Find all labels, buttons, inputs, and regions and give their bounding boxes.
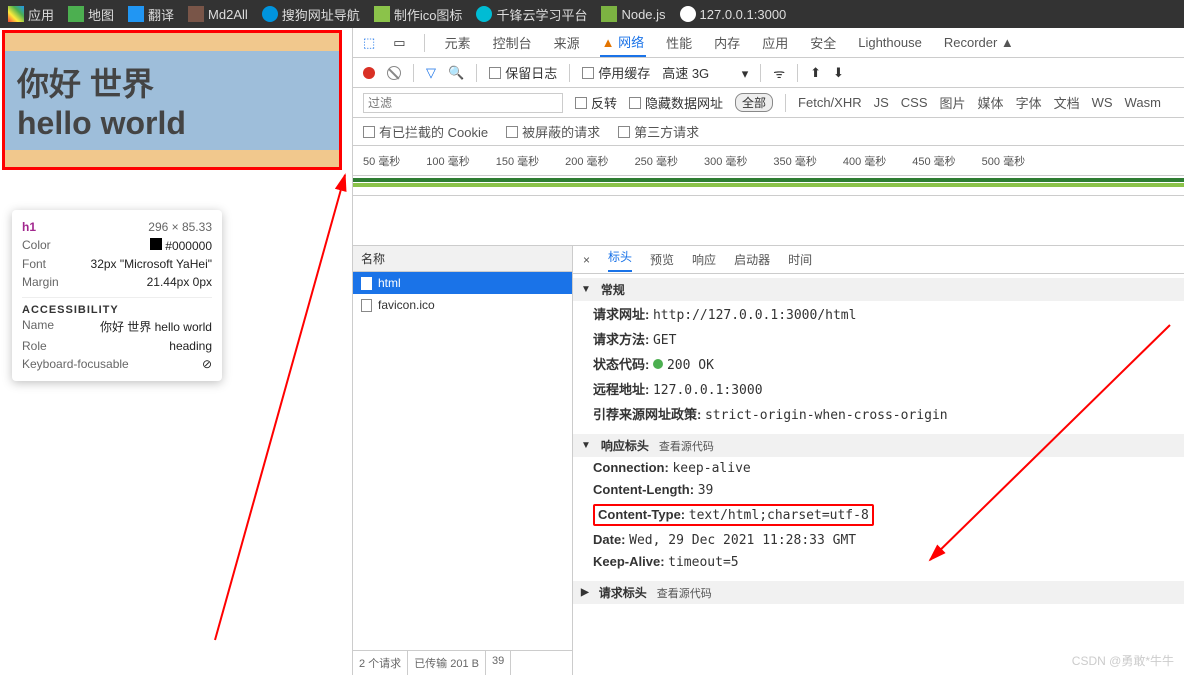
thirdparty-checkbox[interactable]: 第三方请求 xyxy=(618,122,699,141)
request-list: 名称 html favicon.ico 2 个请求已传输 201 B39 xyxy=(353,246,573,675)
view-source-link[interactable]: 查看源代码 xyxy=(659,438,714,454)
hide-dataurl-checkbox[interactable]: 隐藏数据网址 xyxy=(629,93,723,112)
preserve-log-checkbox[interactable]: 保留日志 xyxy=(489,63,557,82)
upload-icon[interactable]: ⬆ xyxy=(810,65,821,81)
watermark: CSDN @勇敢*牛牛 xyxy=(1072,652,1174,669)
bookmark-qianfeng[interactable]: 千锋云学习平台 xyxy=(476,5,587,24)
tab-memory[interactable]: 内存 xyxy=(712,29,742,56)
kv-method: 请求方法: GET xyxy=(573,326,1184,351)
color-swatch xyxy=(150,238,162,250)
page-viewport: 你好 世界 hello world h1296 × 85.33 Color #0… xyxy=(0,28,352,675)
blocked-cookie-checkbox[interactable]: 有已拦截的 Cookie xyxy=(363,122,488,141)
network-filter-row: 反转 隐藏数据网址 全部 Fetch/XHR JS CSS 图片 媒体 字体 文… xyxy=(353,88,1184,118)
request-item-favicon[interactable]: favicon.ico xyxy=(353,294,572,316)
tab-elements[interactable]: 元素 xyxy=(443,29,473,56)
filter-icon[interactable]: ▽ xyxy=(426,65,436,81)
bookmark-translate[interactable]: 翻译 xyxy=(128,5,174,24)
tab-lighthouse[interactable]: Lighthouse xyxy=(856,31,924,54)
filter-media[interactable]: 媒体 xyxy=(978,93,1004,112)
network-options-row: 有已拦截的 Cookie 被屏蔽的请求 第三方请求 xyxy=(353,118,1184,146)
filter-css[interactable]: CSS xyxy=(901,95,928,110)
request-item-html[interactable]: html xyxy=(353,272,572,294)
resp-connection: Connection: keep-alive xyxy=(573,457,1184,479)
bookmark-maps[interactable]: 地图 xyxy=(68,5,114,24)
devtools-tabs: ⬚ ▭ 元素 控制台 来源 ▲ 网络 性能 内存 应用 安全 Lighthous… xyxy=(353,28,1184,58)
filter-input[interactable] xyxy=(363,93,563,113)
reqlist-footer: 2 个请求已传输 201 B39 xyxy=(353,650,572,675)
status-dot-icon xyxy=(653,359,663,369)
kv-url: 请求网址: http://127.0.0.1:3000/html xyxy=(573,301,1184,326)
invert-checkbox[interactable]: 反转 xyxy=(575,93,617,112)
tab-network[interactable]: ▲ 网络 xyxy=(600,28,647,57)
view-source-link-req[interactable]: 查看源代码 xyxy=(657,585,712,601)
search-icon[interactable]: 🔍 xyxy=(448,65,464,81)
filter-font[interactable]: 字体 xyxy=(1016,93,1042,112)
element-tooltip: h1296 × 85.33 Color #000000 Font32px "Mi… xyxy=(12,210,222,381)
page-h1-line1: 你好 世界 xyxy=(17,59,327,105)
record-button[interactable] xyxy=(363,67,375,79)
tooltip-dimensions: 296 × 85.33 xyxy=(148,220,212,234)
bookmark-sogou[interactable]: 搜狗网址导航 xyxy=(262,5,360,24)
section-general[interactable]: ▼常规 xyxy=(573,278,1184,301)
timeline-ruler[interactable]: 50 毫秒100 毫秒150 毫秒200 毫秒250 毫秒300 毫秒350 毫… xyxy=(353,146,1184,176)
detail-pane: × 标头 预览 响应 启动器 时间 ▼常规 请求网址: http://127.0… xyxy=(573,246,1184,675)
tab-application[interactable]: 应用 xyxy=(760,29,790,56)
resp-contentlength: Content-Length: 39 xyxy=(573,479,1184,501)
throttle-select[interactable]: 高速 3G ▾ xyxy=(662,63,748,82)
filter-img[interactable]: 图片 xyxy=(940,93,966,112)
bookmark-ico[interactable]: 制作ico图标 xyxy=(374,5,463,24)
timeline-overview[interactable] xyxy=(353,176,1184,196)
dtab-preview[interactable]: 预览 xyxy=(650,251,674,268)
resp-contenttype: Content-Type: text/html;charset=utf-8 xyxy=(573,501,1184,529)
inspect-icon[interactable]: ⬚ xyxy=(363,35,375,51)
dtab-response[interactable]: 响应 xyxy=(692,251,716,268)
inspected-page-highlight: 你好 世界 hello world xyxy=(2,30,342,170)
kv-referrer: 引荐来源网址政策: strict-origin-when-cross-origi… xyxy=(573,401,1184,426)
resp-date: Date: Wed, 29 Dec 2021 11:28:33 GMT xyxy=(573,529,1184,551)
filter-ws[interactable]: WS xyxy=(1092,95,1113,110)
file-icon xyxy=(361,299,372,312)
apps-icon[interactable]: 应用 xyxy=(8,5,54,24)
tab-console[interactable]: 控制台 xyxy=(491,29,534,56)
accessibility-header: ACCESSIBILITY xyxy=(22,297,212,316)
tooltip-tagname: h1 xyxy=(22,220,36,234)
filter-xhr[interactable]: Fetch/XHR xyxy=(798,95,862,110)
wifi-icon[interactable]: ᯤ xyxy=(773,64,785,82)
bookmark-md2all[interactable]: Md2All xyxy=(188,6,248,22)
filter-wasm[interactable]: Wasm xyxy=(1125,95,1161,110)
file-icon xyxy=(361,277,372,290)
page-h1-line2: hello world xyxy=(17,105,327,142)
tab-sources[interactable]: 来源 xyxy=(552,29,582,56)
reqlist-header: 名称 xyxy=(353,246,572,272)
devtools-panel: ⬚ ▭ 元素 控制台 来源 ▲ 网络 性能 内存 应用 安全 Lighthous… xyxy=(352,28,1184,675)
dtab-timing[interactable]: 时间 xyxy=(788,251,812,268)
filter-js[interactable]: JS xyxy=(874,95,889,110)
download-icon[interactable]: ⬇ xyxy=(833,65,844,81)
dtab-headers[interactable]: 标头 xyxy=(608,248,632,272)
tab-recorder[interactable]: Recorder ▲ xyxy=(942,31,1016,54)
close-icon[interactable]: × xyxy=(583,253,590,267)
tab-security[interactable]: 安全 xyxy=(808,29,838,56)
filter-doc[interactable]: 文档 xyxy=(1054,93,1080,112)
network-toolbar: ▽ 🔍 保留日志 停用缓存 高速 3G ▾ ᯤ ⬆ ⬇ xyxy=(353,58,1184,88)
tab-performance[interactable]: 性能 xyxy=(664,29,694,56)
bookmarks-bar: 应用 地图 翻译 Md2All 搜狗网址导航 制作ico图标 千锋云学习平台 N… xyxy=(0,0,1184,28)
kv-status: 状态代码: 200 OK xyxy=(573,351,1184,376)
filter-all[interactable]: 全部 xyxy=(735,93,773,112)
bookmark-localhost[interactable]: 127.0.0.1:3000 xyxy=(680,6,787,22)
resp-keepalive: Keep-Alive: timeout=5 xyxy=(573,551,1184,573)
bookmark-nodejs[interactable]: Node.js xyxy=(601,6,665,22)
blocked-req-checkbox[interactable]: 被屏蔽的请求 xyxy=(506,122,600,141)
clear-button[interactable] xyxy=(387,66,401,80)
dtab-initiator[interactable]: 启动器 xyxy=(734,251,770,268)
kv-remote: 远程地址: 127.0.0.1:3000 xyxy=(573,376,1184,401)
section-request-headers[interactable]: ▶请求标头查看源代码 xyxy=(573,581,1184,604)
device-icon[interactable]: ▭ xyxy=(393,35,405,51)
section-response-headers[interactable]: ▼响应标头查看源代码 xyxy=(573,434,1184,457)
detail-tabs: × 标头 预览 响应 启动器 时间 xyxy=(573,246,1184,274)
disable-cache-checkbox[interactable]: 停用缓存 xyxy=(582,63,650,82)
